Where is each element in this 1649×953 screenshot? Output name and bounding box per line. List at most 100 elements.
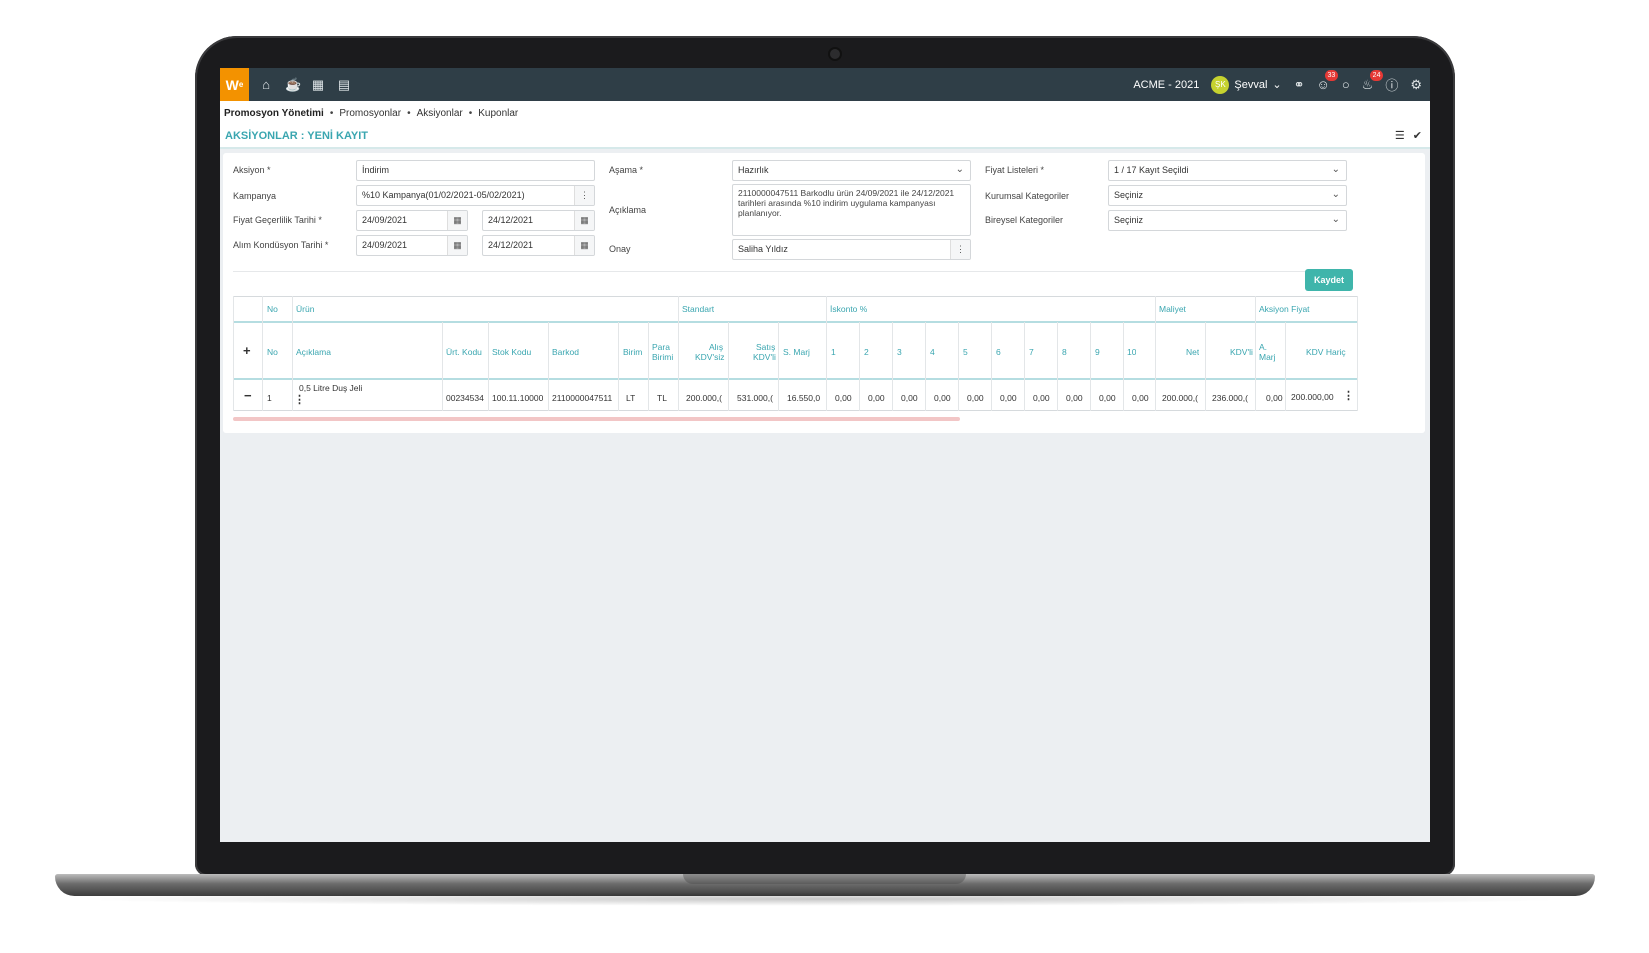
header-a-marj-2: Marj — [1259, 352, 1276, 362]
chevron-down-icon: ⌄ — [1331, 214, 1340, 225]
home-icon[interactable]: ⌂ — [259, 77, 273, 93]
row-iskonto-6[interactable]: 0,00 — [1000, 393, 1017, 403]
fiyat-start-input[interactable]: 24/09/2021 ▦ — [356, 210, 468, 231]
asama-select[interactable]: Hazırlık ⌄ — [732, 160, 971, 181]
headset-icon[interactable]: ⚭ — [1294, 77, 1305, 93]
col-divider — [548, 322, 549, 411]
header-iskonto-6: 6 — [996, 347, 1001, 357]
support-icon[interactable]: ☺ 33 — [1317, 70, 1339, 92]
fiyat-end-value: 24/12/2021 — [488, 215, 534, 225]
alim-start-value: 24/09/2021 — [362, 240, 408, 250]
coffee-icon[interactable]: ☕ — [285, 77, 301, 93]
aksiyon-label: Aksiyon * — [233, 165, 271, 175]
breadcrumb: Promosyon Yönetimi • Promosyonlar • Aksi… — [224, 108, 518, 119]
col-divider — [678, 296, 679, 411]
header-s-marj: S. Marj — [783, 347, 810, 357]
company-name[interactable]: ACME - 2021 — [1133, 79, 1199, 91]
header-barkod: Barkod — [552, 347, 579, 357]
col-divider — [442, 322, 443, 411]
bireysel-value: Seçiniz — [1114, 215, 1144, 225]
row-more-icon[interactable]: ⋮ — [294, 393, 305, 406]
group-aksiyon: Aksiyon Fiyat — [1259, 304, 1310, 314]
row-iskonto-2[interactable]: 0,00 — [868, 393, 885, 403]
row-birim: LT — [626, 393, 636, 403]
col-divider — [859, 322, 860, 411]
table-header-line — [233, 378, 1358, 380]
row-para: TL — [657, 393, 667, 403]
calendar-icon[interactable]: ▦ — [574, 211, 594, 230]
breadcrumb-item-aksiyonlar[interactable]: Aksiyonlar — [417, 108, 463, 119]
row-iskonto-1[interactable]: 0,00 — [835, 393, 852, 403]
breadcrumb-item-promosyonlar[interactable]: Promosyonlar — [339, 108, 401, 119]
row-iskonto-8[interactable]: 0,00 — [1066, 393, 1083, 403]
page-header: AKSİYONLAR : YENİ KAYIT ☰ ✔ — [220, 123, 1430, 149]
group-urun: Ürün — [296, 304, 315, 314]
calendar-icon[interactable]: ▦ — [447, 211, 467, 230]
notification-badge: 24 — [1369, 69, 1384, 81]
header-para-1: Para — [652, 342, 670, 352]
kampanya-value: %10 Kampanya(01/02/2021-05/02/2021) — [362, 190, 525, 200]
col-divider — [488, 322, 489, 411]
row-alis[interactable]: 200.000,( — [686, 393, 726, 403]
row-satis[interactable]: 531.000,( — [737, 393, 777, 403]
row-iskonto-5[interactable]: 0,00 — [967, 393, 984, 403]
table-border — [1357, 296, 1358, 411]
row-kdv-haric[interactable]: 200.000,00 — [1291, 392, 1334, 402]
more-icon[interactable]: ⋮ — [574, 186, 594, 205]
aksiyon-input[interactable]: İndirim — [356, 160, 595, 181]
fiyat-end-input[interactable]: 24/12/2021 ▦ — [482, 210, 595, 231]
kampanya-input[interactable]: %10 Kampanya(01/02/2021-05/02/2021) ⋮ — [356, 185, 595, 206]
row-action-more-icon[interactable]: ⋮ — [1343, 389, 1354, 402]
help-icon[interactable]: ⓘ — [1385, 75, 1398, 94]
col-divider — [892, 322, 893, 411]
add-row-icon[interactable]: + — [243, 343, 251, 358]
chat-icon[interactable]: ○ — [1342, 77, 1350, 92]
fiyat-listeleri-select[interactable]: 1 / 17 Kayıt Seçildi ⌄ — [1108, 160, 1347, 181]
alim-start-input[interactable]: 24/09/2021 ▦ — [356, 235, 468, 256]
laptop-notch — [683, 874, 966, 884]
chevron-down-icon: ⌄ — [1331, 189, 1340, 200]
header-kdvli: KDV'li — [1230, 347, 1253, 357]
header-a-marj-1: A. — [1259, 342, 1268, 352]
aciklama-label: Açıklama — [609, 205, 647, 215]
bell-icon[interactable]: ♨ 24 — [1362, 69, 1384, 93]
chevron-down-icon: ⌄ — [1331, 164, 1340, 175]
row-iskonto-4[interactable]: 0,00 — [934, 393, 951, 403]
alim-end-input[interactable]: 24/12/2021 ▦ — [482, 235, 595, 256]
aciklama-textarea[interactable]: 2110000047511 Barkodlu ürün 24/09/2021 i… — [732, 184, 971, 236]
horizontal-scrollbar[interactable] — [233, 417, 960, 421]
app-logo[interactable]: We — [220, 68, 249, 101]
more-icon[interactable]: ⋮ — [950, 240, 970, 259]
row-iskonto-7[interactable]: 0,00 — [1033, 393, 1050, 403]
remove-row-icon[interactable]: − — [244, 388, 252, 403]
row-iskonto-10[interactable]: 0,00 — [1132, 393, 1149, 403]
user-menu[interactable]: ŞK Şevval ⌄ — [1211, 75, 1282, 94]
row-iskonto-3[interactable]: 0,00 — [901, 393, 918, 403]
form-card: Aksiyon * İndirim Kampanya %10 Kampanya(… — [223, 153, 1425, 433]
calendar-icon[interactable]: ▤ — [337, 77, 351, 93]
row-aciklama[interactable]: 0,5 Litre Duş Jeli — [299, 383, 362, 393]
gear-icon[interactable]: ⚙ — [1410, 77, 1422, 93]
onay-input[interactable]: Saliha Yıldız ⋮ — [732, 239, 971, 260]
calendar-icon[interactable]: ▦ — [447, 236, 467, 255]
chart-icon[interactable]: ▦ — [311, 77, 325, 93]
header-iskonto-2: 2 — [864, 347, 869, 357]
header-iskonto-9: 9 — [1095, 347, 1100, 357]
col-divider — [1205, 322, 1206, 411]
row-kdvli: 236.000,( — [1212, 393, 1248, 403]
bireysel-select[interactable]: Seçiniz ⌄ — [1108, 210, 1347, 231]
check-icon[interactable]: ✔ — [1413, 129, 1422, 142]
kurumsal-select[interactable]: Seçiniz ⌄ — [1108, 185, 1347, 206]
row-a-marj: 0,00 — [1266, 393, 1283, 403]
header-net: Net — [1186, 347, 1200, 357]
list-icon[interactable]: ☰ — [1395, 129, 1405, 142]
row-iskonto-9[interactable]: 0,00 — [1099, 393, 1116, 403]
row-s-marj[interactable]: 16.550,0 — [787, 393, 825, 403]
breadcrumb-root[interactable]: Promosyon Yönetimi — [224, 108, 324, 119]
calendar-icon[interactable]: ▦ — [574, 236, 594, 255]
save-button[interactable]: Kaydet — [1305, 269, 1353, 291]
header-para-2: Birimi — [652, 352, 674, 362]
header-satis-1: Satış — [756, 342, 776, 352]
onay-value: Saliha Yıldız — [738, 244, 788, 254]
breadcrumb-item-kuponlar[interactable]: Kuponlar — [478, 108, 518, 119]
